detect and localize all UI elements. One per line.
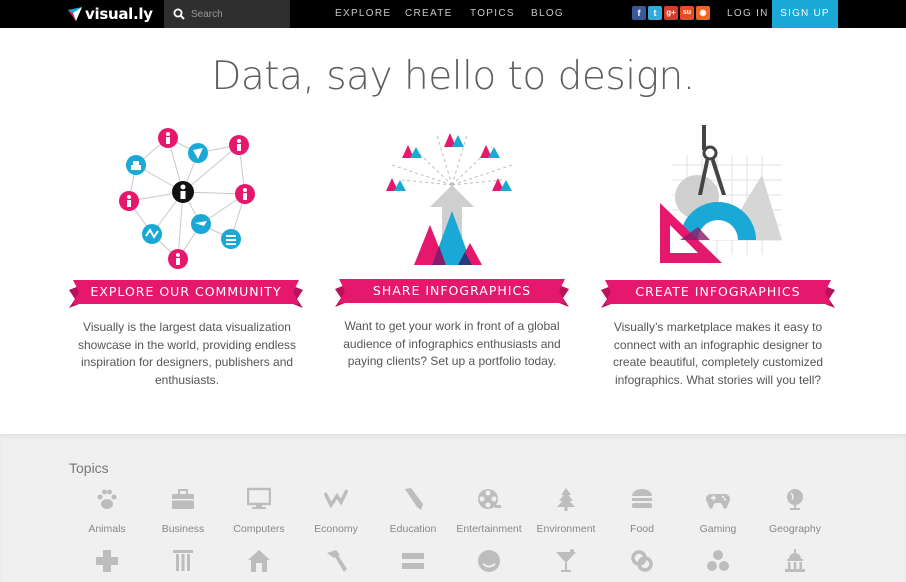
topic-label: Animals	[88, 523, 126, 535]
topic-gaming[interactable]: Gaming	[680, 487, 756, 535]
search-input[interactable]	[191, 8, 281, 20]
tree-icon	[557, 488, 575, 511]
topic-label: Computers	[233, 523, 285, 535]
login-link[interactable]: LOG IN	[727, 0, 769, 28]
topic-entertainment[interactable]: Entertainment	[451, 487, 527, 535]
topic-business[interactable]: Business	[145, 487, 221, 535]
topic-computers[interactable]: Computers	[221, 487, 297, 535]
topic-economy[interactable]: Economy	[298, 487, 374, 535]
rss-icon[interactable]: ◉	[696, 6, 710, 20]
topic-label: Food	[630, 523, 654, 535]
search-box[interactable]	[164, 0, 290, 28]
topic-row2-item[interactable]	[680, 549, 756, 578]
topic-row2-item[interactable]	[298, 549, 374, 578]
topic-row2-item[interactable]	[69, 549, 145, 578]
share-arrow-illustration	[386, 133, 513, 265]
topic-row2-item[interactable]	[145, 549, 221, 578]
feature-description-create: Visually’s marketplace makes it easy to …	[612, 320, 824, 387]
page-headline: Data, say hello to design.	[211, 54, 695, 99]
link-icon	[631, 550, 653, 572]
column-icon	[173, 550, 193, 571]
topic-label: Business	[161, 523, 205, 535]
feature-description-explore: Visually is the largest data visualizati…	[77, 320, 297, 387]
search-icon	[173, 8, 185, 20]
topic-row2-item[interactable]	[375, 549, 451, 578]
topic-row2-item[interactable]	[221, 549, 297, 578]
topic-label: Economy	[314, 523, 358, 535]
logo[interactable]: visual.ly	[68, 3, 153, 25]
topic-row2-item[interactable]	[451, 549, 527, 578]
house-icon	[248, 550, 270, 572]
equals-icon	[402, 553, 424, 569]
ribbon-title: EXPLORE OUR COMMUNITY	[90, 284, 282, 299]
gamepad-icon	[706, 494, 730, 509]
globe-icon	[787, 489, 803, 510]
nav-blog[interactable]: BLOG	[531, 0, 564, 28]
create-tools-illustration	[660, 125, 782, 263]
ribbon-share: SHARE INFOGRAPHICS	[335, 279, 569, 309]
monitor-icon	[246, 487, 272, 509]
burger-icon	[632, 489, 652, 508]
nav-create[interactable]: CREATE	[405, 0, 453, 28]
signup-button[interactable]: SIGN UP	[772, 0, 838, 28]
topic-animals[interactable]: Animals	[69, 487, 145, 535]
topic-education[interactable]: Education	[375, 487, 451, 535]
paw-icon	[97, 489, 117, 509]
topic-label: Environment	[536, 523, 596, 535]
topic-row2-item[interactable]	[528, 549, 604, 578]
topic-geography[interactable]: Geography	[757, 487, 833, 535]
google-plus-icon[interactable]: g+	[664, 6, 678, 20]
smile-icon	[478, 550, 500, 572]
topic-label: Gaming	[699, 523, 737, 535]
topic-row2-item[interactable]	[604, 549, 680, 578]
dots-icon	[707, 550, 729, 571]
hammer-icon	[327, 550, 347, 572]
ribbon-create: CREATE INFOGRAPHICS	[601, 280, 835, 310]
stumbleupon-icon[interactable]: su	[680, 6, 694, 20]
topics-title: Topics	[69, 460, 109, 476]
feature-description-share: Want to get your work in front of a glob…	[343, 319, 561, 368]
topic-food[interactable]: Food	[604, 487, 680, 535]
ribbon-title: SHARE INFOGRAPHICS	[372, 283, 532, 298]
film-reel-icon	[478, 489, 501, 509]
logo-text: visual.ly	[85, 5, 153, 23]
pencil-icon	[405, 488, 423, 510]
logo-mark-icon	[68, 7, 82, 21]
ribbon-explore: EXPLORE OUR COMMUNITY	[69, 280, 303, 310]
briefcase-icon	[172, 489, 194, 509]
cross-icon	[96, 550, 118, 572]
twitter-icon[interactable]: t	[648, 6, 662, 20]
capitol-icon	[785, 549, 805, 572]
topics-section: Topics Animals Business Computers Econom…	[0, 434, 906, 582]
nav-explore[interactable]: EXPLORE	[335, 0, 391, 28]
top-nav: visual.ly EXPLORE CREATE TOPICS BLOG f t…	[0, 0, 906, 28]
facebook-icon[interactable]: f	[632, 6, 646, 20]
trend-icon	[323, 489, 349, 509]
nav-topics[interactable]: TOPICS	[470, 0, 515, 28]
topic-environment[interactable]: Environment	[528, 487, 604, 535]
community-network-illustration	[119, 128, 255, 269]
topic-label: Geography	[769, 523, 821, 535]
topic-label: Entertainment	[456, 523, 522, 535]
ribbon-title: CREATE INFOGRAPHICS	[635, 284, 801, 299]
topic-label: Education	[389, 523, 437, 535]
topic-row2-item[interactable]	[757, 549, 833, 578]
cocktail-icon	[556, 549, 576, 572]
